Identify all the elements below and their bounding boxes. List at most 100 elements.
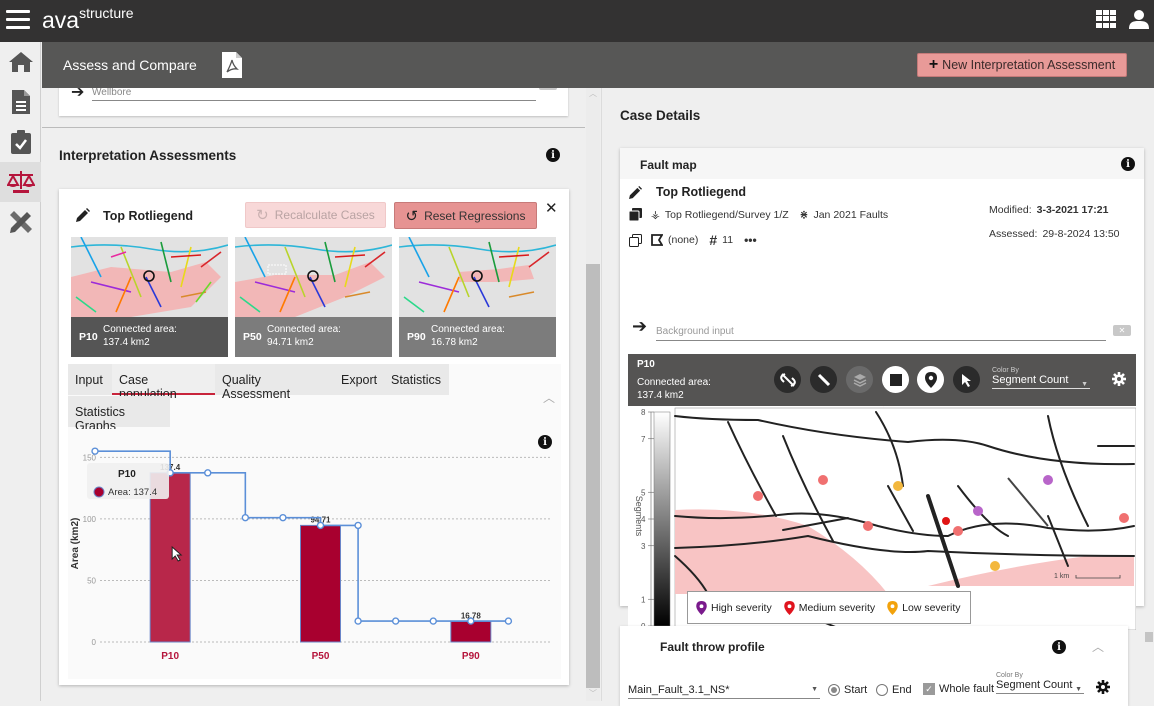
scrollbar-thumb[interactable] (586, 264, 600, 688)
modified-row: Modified: 3-3-2021 17:21 (989, 204, 1108, 216)
info-icon[interactable]: i (1121, 157, 1135, 171)
fault-select-value: Main_Fault_3.1_NS* (628, 684, 730, 696)
modified-label: Modified: (989, 204, 1032, 216)
x-tick-label: P50 (312, 651, 330, 662)
close-icon[interactable]: ✕ (545, 199, 558, 217)
pencil-icon[interactable] (76, 208, 90, 222)
clear-input-icon[interactable]: ✕ (1113, 325, 1131, 336)
fault-select[interactable]: Main_Fault_3.1_NS* ▼ (628, 684, 820, 699)
polygon-value: (none) (668, 234, 699, 246)
pdf-export-icon[interactable] (222, 52, 242, 78)
radio-end[interactable]: End (876, 684, 912, 696)
scrollbar-thumb[interactable] (1145, 632, 1153, 642)
fault-map-name-row: Top Rotliegend (629, 185, 746, 199)
colorbar-tick: 1 (641, 595, 646, 604)
info-icon[interactable]: i (538, 435, 552, 449)
whole-fault-checkbox[interactable]: ✓ Whole fault (923, 683, 994, 695)
info-icon[interactable]: i (546, 148, 560, 162)
tab-export[interactable]: Export (334, 364, 384, 395)
right-scrollbar[interactable] (1144, 618, 1154, 701)
wellbore-card: ➔ Wellbore (59, 88, 568, 116)
surface-icon: ⚶ (651, 208, 660, 221)
wellbore-input[interactable]: Wellbore (92, 88, 536, 101)
scroll-up-icon[interactable]: ︿ (589, 88, 597, 99)
copy-filled-icon[interactable] (629, 208, 642, 221)
rectangle-tool-button[interactable] (882, 366, 909, 393)
background-input[interactable]: Background input (656, 326, 1106, 341)
case-thumbnail-p50[interactable]: P50 Connected area: 94.71 km2 (235, 237, 392, 357)
case-details-title: Case Details (620, 108, 701, 123)
fault-map-name: Top Rotliegend (656, 185, 747, 199)
tab-statistics-graphs[interactable]: Statistics Graphs (68, 396, 170, 433)
info-icon[interactable]: i (1052, 640, 1066, 654)
scroll-down-icon[interactable]: ﹀ (589, 688, 597, 699)
fault-map-card: Fault map i Top Rotliegend ⚶ Top Rotlieg… (620, 148, 1144, 652)
step-point (204, 469, 212, 477)
assessment-name: Top Rotliegend (103, 209, 194, 223)
color-by-select[interactable]: Color By Segment Count ▼ (992, 367, 1090, 389)
assessment-card: Top Rotliegend ↻ Recalculate Cases ↺ Reset… (59, 189, 569, 685)
gear-icon[interactable] (1112, 372, 1126, 386)
tab-input[interactable]: Input (68, 364, 112, 395)
layers-button[interactable] (846, 366, 873, 393)
tab-case-population[interactable]: Case population (112, 364, 215, 401)
chevron-up-icon[interactable]: ︿ (1092, 638, 1104, 655)
map-toolbar: P10 Connected area: 137.4 km2 Color By S… (628, 354, 1136, 406)
recalculate-cases-button[interactable]: ↻ Recalculate Cases (245, 202, 386, 228)
sidebar-item-assess[interactable] (0, 162, 41, 202)
hash-icon: # (709, 232, 718, 248)
case-thumbnail-p90[interactable]: P90 Connected area: 16.78 km2 (399, 237, 556, 357)
case-thumbnail-p10[interactable]: P10 Connected area: 137.4 km2 (71, 237, 228, 357)
apps-grid-icon[interactable] (1096, 10, 1116, 28)
x-tick-label: P90 (462, 651, 480, 662)
unlink-button[interactable] (774, 366, 801, 393)
user-icon[interactable] (1128, 8, 1150, 30)
select-tool-button[interactable] (953, 366, 980, 393)
legend-item-low: Low severity (887, 600, 961, 615)
menu-icon[interactable] (6, 10, 30, 30)
top-bar: avastructure (0, 0, 1154, 42)
sidebar-item-documents[interactable] (0, 82, 41, 122)
plus-icon: + (928, 56, 939, 73)
pin-icon (696, 600, 707, 615)
gear-icon[interactable] (1096, 680, 1110, 694)
more-icon[interactable]: ••• (744, 233, 757, 247)
y-tick-label: 0 (92, 638, 97, 647)
pencil-icon[interactable] (629, 185, 642, 199)
map-pin-icon (924, 371, 937, 388)
y-axis-label: Area (km2) (70, 518, 81, 570)
tab-quality-assessment[interactable]: Quality Assessment (215, 364, 334, 401)
layers-icon (853, 373, 866, 387)
reset-regressions-button[interactable]: ↺ Reset Regressions (394, 202, 537, 229)
radio-end-label: End (892, 684, 912, 696)
copy-outline-icon[interactable] (629, 233, 642, 247)
chart-tooltip: P10 Area: 137.4 (87, 463, 169, 499)
line-tool-button[interactable] (810, 366, 837, 393)
case-label: Connected area: (103, 324, 177, 335)
bar[interactable] (300, 524, 341, 643)
tab-statistics[interactable]: Statistics (384, 364, 449, 395)
legend-label: Medium severity (798, 601, 876, 614)
marker-tool-button[interactable] (917, 366, 944, 393)
clipboard-check-icon (10, 130, 31, 154)
sidebar-item-tools[interactable] (0, 202, 41, 242)
home-icon (8, 52, 33, 72)
cursor-icon (961, 373, 971, 387)
clear-input-icon[interactable] (539, 88, 557, 90)
new-assessment-button[interactable]: + New Interpretation Assessment (917, 53, 1127, 77)
left-scrollbar[interactable]: ︿ ﹀ (586, 88, 600, 701)
sidebar-item-home[interactable] (0, 42, 41, 82)
new-assessment-label: New Interpretation Assessment (942, 58, 1116, 72)
chevron-up-icon[interactable]: ︿ (543, 389, 555, 406)
sidebar-item-tasks[interactable] (0, 122, 41, 162)
legend-label: Low severity (902, 601, 961, 614)
polygon-icon (651, 234, 663, 246)
radio-start[interactable]: Start (828, 684, 867, 696)
throw-color-by-select[interactable]: Color By Segment Count ▼ (996, 672, 1084, 694)
pin-icon (783, 600, 795, 615)
app-logo[interactable]: avastructure (42, 5, 134, 34)
reset-label: Reset Regressions (424, 208, 526, 223)
square-icon (889, 373, 902, 386)
legend-item-high: High severity (696, 600, 772, 615)
fault-map-view[interactable]: 8754310 Segments (628, 388, 1137, 637)
